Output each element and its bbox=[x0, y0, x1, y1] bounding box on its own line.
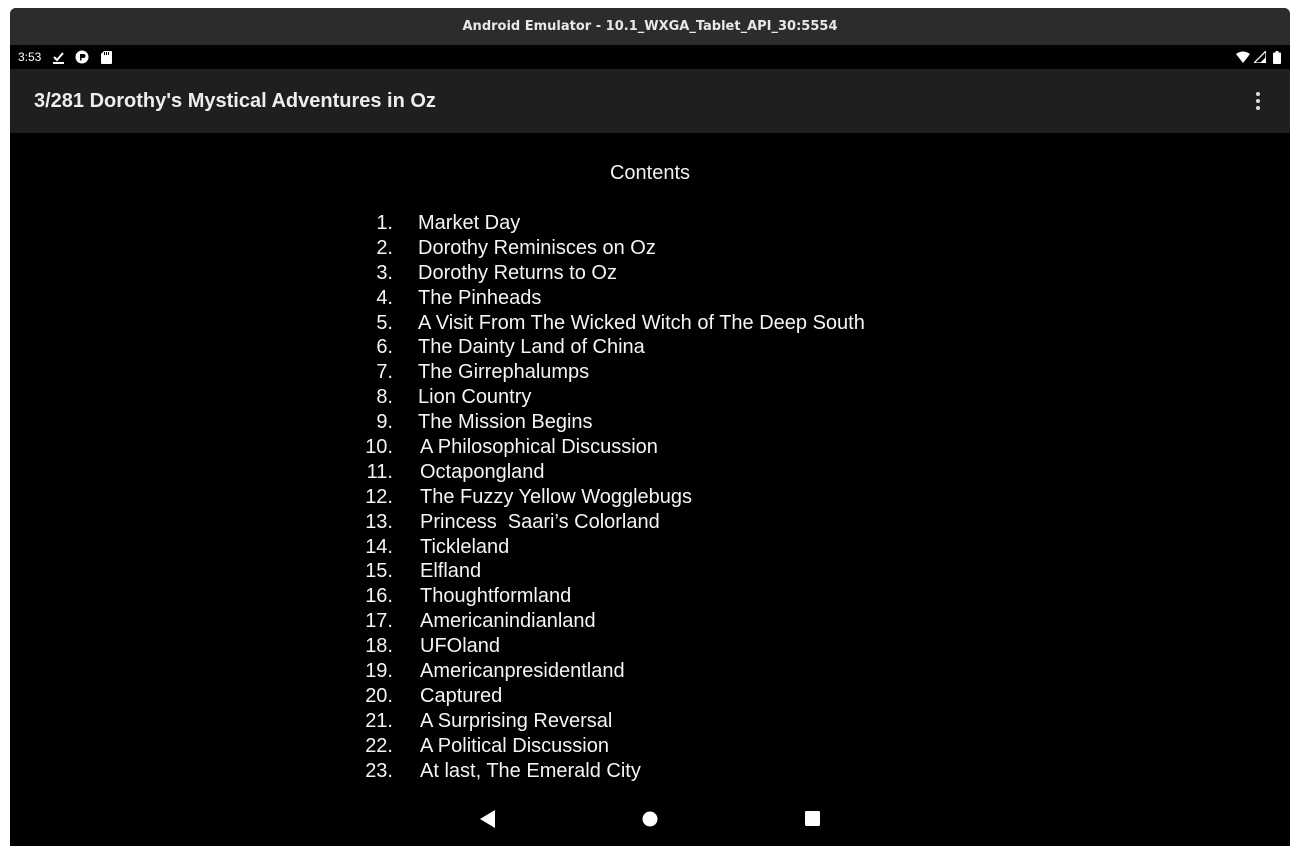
toc-item-label: At last, The Emerald City bbox=[420, 759, 641, 782]
back-icon[interactable] bbox=[476, 807, 500, 831]
toc-item-number: 4. bbox=[376, 286, 393, 309]
toc-item-label: A Philosophical Discussion bbox=[420, 435, 658, 458]
toc-item-number: 23. bbox=[365, 759, 393, 782]
cellular-signal-icon bbox=[1253, 50, 1267, 64]
toc-item-number: 19. bbox=[365, 659, 393, 682]
toc-item-label: The Mission Begins bbox=[418, 411, 593, 434]
toc-item-label: The Fuzzy Yellow Wogglebugs bbox=[420, 485, 693, 508]
toc-item[interactable]: 6. The Dainty Land of China bbox=[345, 335, 865, 360]
toc-item-number: 15. bbox=[365, 560, 393, 583]
toc-item-number: 18. bbox=[365, 635, 393, 658]
toc-item-number: 22. bbox=[365, 734, 393, 757]
toc-item-label: Americanpresidentland bbox=[420, 659, 625, 682]
toc-item[interactable]: 17. Americanindianland bbox=[345, 609, 865, 634]
toc-item-number: 1. bbox=[376, 211, 393, 234]
toc-item-label: Princess Saari’s Colorland bbox=[420, 510, 660, 533]
toc-item[interactable]: 2. Dorothy Reminisces on Oz bbox=[345, 236, 865, 261]
toc-item-number: 5. bbox=[376, 311, 393, 334]
toc-item[interactable]: 18. UFOland bbox=[345, 634, 865, 659]
toc-item[interactable]: 4. The Pinheads bbox=[345, 286, 865, 311]
toc-item[interactable]: 23. At last, The Emerald City bbox=[345, 759, 865, 784]
toc-item[interactable]: 13. Princess Saari’s Colorland bbox=[345, 510, 865, 535]
window-titlebar: Android Emulator - 10.1_WXGA_Tablet_API_… bbox=[10, 8, 1290, 45]
toc-item-label: Dorothy Returns to Oz bbox=[418, 261, 617, 284]
toc-item-label: A Visit From The Wicked Witch of The Dee… bbox=[418, 311, 865, 334]
toc-item-label: Dorothy Reminisces on Oz bbox=[418, 236, 656, 259]
toc-item-label: A Surprising Reversal bbox=[420, 709, 613, 732]
toc-item-number: 6. bbox=[376, 336, 393, 359]
toc-item-number: 8. bbox=[376, 386, 393, 409]
toc-item[interactable]: 5. A Visit From The Wicked Witch of The D… bbox=[345, 311, 865, 336]
toc-item-number: 12. bbox=[365, 485, 393, 508]
toc-item-label: Americanindianland bbox=[420, 610, 596, 633]
toc-item-label: Lion Country bbox=[418, 386, 532, 409]
toc-item-number: 7. bbox=[376, 361, 393, 384]
toc-item-number: 2. bbox=[376, 236, 393, 259]
toc-item-number: 3. bbox=[376, 261, 393, 284]
toc-item[interactable]: 15. Elfland bbox=[345, 559, 865, 584]
battery-icon bbox=[1270, 50, 1284, 64]
toc-item-label: A Political Discussion bbox=[420, 734, 609, 757]
contents-heading: Contents bbox=[609, 162, 691, 184]
toc-item-label: Captured bbox=[420, 684, 503, 707]
toc-item-number: 14. bbox=[365, 535, 393, 558]
app-bar: 3/281 Dorothy's Mystical Adventures in O… bbox=[10, 69, 1290, 133]
toc-item-label: UFOland bbox=[420, 635, 501, 658]
toc-item[interactable]: 22. A Political Discussion bbox=[345, 734, 865, 759]
app-notification-icon bbox=[75, 50, 89, 64]
toc-item-label: Market Day bbox=[418, 211, 521, 234]
toc-item[interactable]: 7. The Girrephalumps bbox=[345, 360, 865, 385]
toc-item[interactable]: 16. Thoughtformland bbox=[345, 584, 865, 609]
toc-item[interactable]: 12. The Fuzzy Yellow Wogglebugs bbox=[345, 485, 865, 510]
toc-item-label: The Dainty Land of China bbox=[418, 336, 645, 359]
toc-item[interactable]: 21. A Surprising Reversal bbox=[345, 709, 865, 734]
toc-item[interactable]: 19. Americanpresidentland bbox=[345, 659, 865, 684]
toc-item-number: 20. bbox=[365, 684, 393, 707]
reader-content[interactable]: Contents 1. Market Day 2. Dorothy Reminisce… bbox=[10, 133, 1290, 788]
toc-item-number: 13. bbox=[365, 510, 393, 533]
toc-item-label: Octapongland bbox=[420, 460, 545, 483]
toc-item[interactable]: 1. Market Day bbox=[345, 211, 865, 236]
sd-card-icon bbox=[99, 50, 113, 64]
toc-item-label: Elfland bbox=[420, 560, 482, 583]
toc-item-label: The Pinheads bbox=[418, 286, 542, 309]
toc-item[interactable]: 11. Octapongland bbox=[345, 460, 865, 485]
toc-item[interactable]: 20. Captured bbox=[345, 684, 865, 709]
navigation-bar bbox=[10, 791, 1290, 846]
toc-item-number: 9. bbox=[376, 411, 393, 434]
toc-item-label: Tickleland bbox=[420, 535, 510, 558]
status-bar: 3:53 bbox=[10, 45, 1290, 69]
status-time: 3:53 bbox=[18, 50, 42, 64]
download-done-icon bbox=[51, 50, 65, 64]
toc-item-number: 10. bbox=[365, 435, 393, 458]
app-title: 3/281 Dorothy's Mystical Adventures in O… bbox=[34, 89, 436, 112]
recents-icon[interactable] bbox=[800, 807, 824, 831]
toc-item-number: 16. bbox=[365, 585, 393, 608]
more-vert-icon[interactable] bbox=[1246, 89, 1270, 113]
toc-item[interactable]: 8. Lion Country bbox=[345, 385, 865, 410]
toc-item-number: 11. bbox=[366, 460, 393, 483]
toc-item[interactable]: 3. Dorothy Returns to Oz bbox=[345, 261, 865, 286]
wifi-icon bbox=[1236, 50, 1250, 64]
toc-item-label: Thoughtformland bbox=[420, 585, 572, 608]
toc-item-number: 17. bbox=[365, 610, 393, 633]
table-of-contents: 1. Market Day 2. Dorothy Reminisces on Oz 3.… bbox=[345, 211, 865, 783]
home-icon[interactable] bbox=[638, 807, 662, 831]
toc-item-number: 21. bbox=[365, 709, 393, 732]
toc-item[interactable]: 9. The Mission Begins bbox=[345, 410, 865, 435]
window-title: Android Emulator - 10.1_WXGA_Tablet_API_… bbox=[462, 19, 838, 34]
toc-item[interactable]: 14. Tickleland bbox=[345, 535, 865, 560]
emulator-window: Android Emulator - 10.1_WXGA_Tablet_API_… bbox=[10, 8, 1290, 846]
toc-item[interactable]: 10. A Philosophical Discussion bbox=[345, 435, 865, 460]
toc-item-label: The Girrephalumps bbox=[418, 361, 590, 384]
